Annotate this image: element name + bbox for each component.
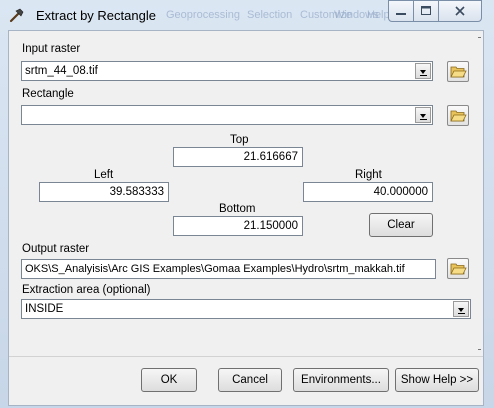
extraction-area-label: Extraction area (optional)	[22, 284, 151, 296]
clear-button[interactable]: Clear	[369, 213, 433, 237]
open-folder-icon	[450, 110, 467, 122]
title-bar[interactable]: Extract by Rectangle Geoprocessing Selec…	[0, 0, 494, 30]
top-input[interactable]: 21.616667	[173, 147, 303, 167]
output-raster-browse-button[interactable]	[447, 258, 469, 279]
maximize-button[interactable]	[413, 0, 439, 22]
input-raster-label: Input raster	[22, 43, 81, 55]
right-input[interactable]: 40.000000	[303, 182, 433, 202]
chevron-down-icon[interactable]	[415, 63, 431, 79]
show-help-button[interactable]: Show Help >>	[395, 368, 479, 392]
rectangle-browse-button[interactable]	[447, 105, 469, 126]
left-label: Left	[94, 169, 114, 181]
hammer-icon	[9, 8, 24, 23]
input-raster-combo[interactable]: srtm_44_08.tif	[21, 61, 433, 81]
window-title: Extract by Rectangle	[36, 8, 156, 23]
right-value: 40.000000	[373, 186, 428, 198]
footer-divider	[9, 356, 483, 357]
faint-menu-item: Help	[367, 9, 390, 21]
rectangle-combo[interactable]	[21, 105, 433, 125]
open-folder-icon	[450, 263, 467, 275]
output-raster-value: OKS\S_Analyisis\Arc GIS Examples\Gomaa E…	[25, 263, 405, 275]
scroll-mark	[478, 37, 481, 38]
bottom-label: Bottom	[219, 203, 256, 215]
minimize-icon	[396, 13, 406, 15]
top-label: Top	[230, 134, 249, 146]
extraction-area-combo[interactable]: INSIDE	[21, 299, 471, 319]
ok-button[interactable]: OK	[141, 368, 197, 392]
extract-by-rectangle-window: Extract by Rectangle Geoprocessing Selec…	[0, 0, 494, 408]
bottom-value: 21.150000	[243, 220, 298, 232]
minimize-button[interactable]	[388, 0, 414, 22]
chevron-down-icon[interactable]	[415, 107, 431, 123]
left-value: 39.583333	[109, 186, 164, 198]
rectangle-label: Rectangle	[22, 88, 74, 100]
right-label: Right	[355, 169, 382, 181]
dialog-body: Input raster srtm_44_08.tif Rectangle To…	[8, 30, 484, 406]
faint-menu-item: Geoprocessing	[166, 9, 240, 21]
bottom-input[interactable]: 21.150000	[173, 216, 303, 236]
left-input[interactable]: 39.583333	[39, 182, 169, 202]
open-folder-icon	[450, 66, 467, 78]
cancel-button[interactable]: Cancel	[218, 368, 282, 392]
input-raster-value: srtm_44_08.tif	[25, 65, 98, 77]
extraction-area-value: INSIDE	[25, 303, 64, 315]
close-button[interactable]	[438, 0, 482, 22]
output-raster-input[interactable]: OKS\S_Analyisis\Arc GIS Examples\Gomaa E…	[21, 259, 436, 279]
close-icon	[455, 6, 465, 16]
maximize-icon	[421, 6, 431, 15]
top-value: 21.616667	[243, 151, 298, 163]
chevron-down-icon[interactable]	[453, 301, 469, 317]
faint-menu-item: Selection	[247, 9, 293, 21]
input-raster-browse-button[interactable]	[447, 61, 469, 82]
environments-button[interactable]: Environments...	[293, 368, 389, 392]
output-raster-label: Output raster	[22, 243, 90, 255]
scroll-mark	[478, 349, 481, 350]
